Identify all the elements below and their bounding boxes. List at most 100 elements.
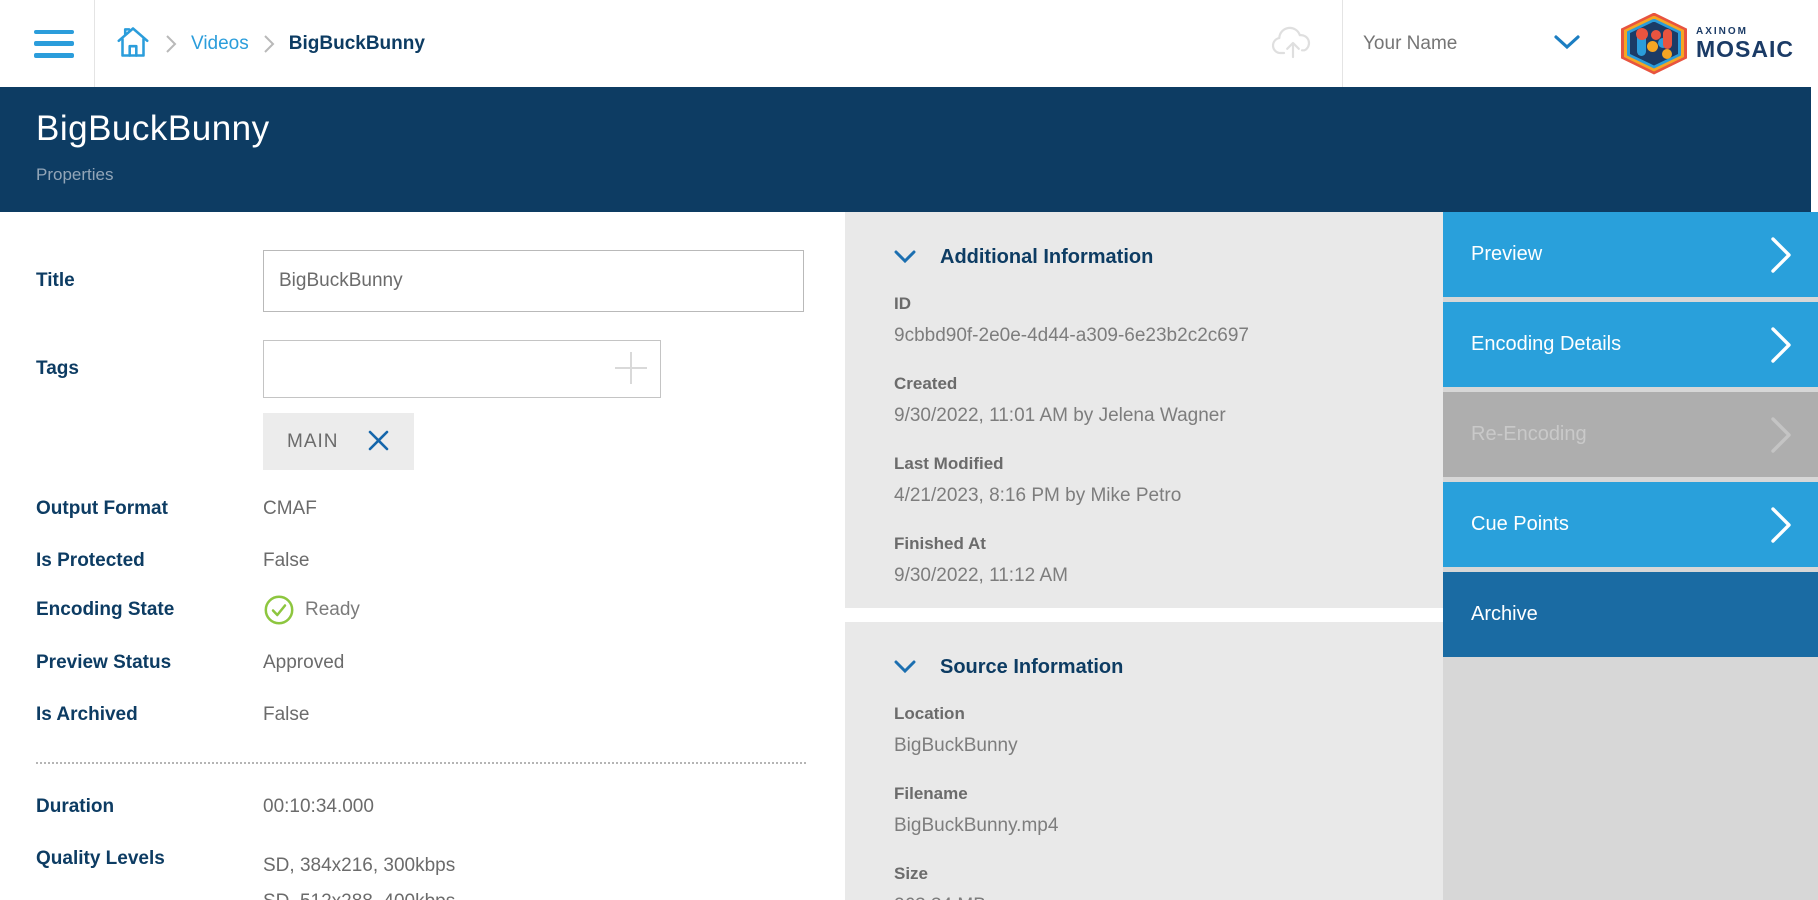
action-label: Preview (1471, 243, 1542, 266)
is-archived-row: Is Archived False (36, 704, 845, 726)
info-field-label: Filename (894, 784, 1403, 804)
info-field-value: 9/30/2022, 11:12 AM (894, 565, 1403, 587)
topbar-divider (1342, 0, 1343, 87)
output-format-value: CMAF (263, 498, 317, 520)
logo-brand-bottom: MOSAIC (1696, 37, 1794, 61)
encoding-state-label: Encoding State (36, 599, 263, 621)
additional-information-toggle[interactable]: Additional Information (894, 246, 1153, 269)
quality-level-item: SD, 512x288, 400kbps (263, 884, 455, 900)
page-header: BigBuckBunny Properties (0, 87, 1818, 212)
info-field-value: BigBuckBunny.mp4 (894, 815, 1403, 837)
encoding-state-value: Ready (263, 594, 360, 626)
hamburger-icon (34, 30, 74, 35)
info-field-label: ID (894, 294, 1403, 314)
duration-label: Duration (36, 796, 263, 818)
title-label: Title (36, 270, 263, 292)
page-subtitle: Properties (36, 165, 1818, 185)
source-information-card: Source Information Location BigBuckBunny… (845, 622, 1443, 900)
tags-box (263, 340, 661, 398)
add-tag-button[interactable] (609, 348, 653, 390)
scrollbar-track[interactable] (1811, 87, 1818, 212)
info-field-label: Created (894, 374, 1403, 394)
encoding-state-text: Ready (305, 599, 360, 621)
quality-levels-label: Quality Levels (36, 848, 263, 870)
info-field-label: Size (894, 864, 1403, 884)
tags-input[interactable] (263, 340, 661, 398)
app-root: Videos BigBuckBunny Your Name (0, 0, 1818, 900)
user-name: Your Name (1363, 33, 1457, 55)
action-label: Encoding Details (1471, 333, 1621, 356)
info-field-value: 9cbbd90f-2e0e-4d44-a309-6e23b2c2c697 (894, 325, 1403, 347)
top-bar: Videos BigBuckBunny Your Name (0, 0, 1818, 87)
quality-levels-values: SD, 384x216, 300kbps SD, 512x288, 400kbp… (263, 848, 455, 900)
preview-status-row: Preview Status Approved (36, 652, 845, 674)
home-icon (115, 23, 151, 64)
duration-value: 00:10:34.000 (263, 796, 374, 818)
chevron-right-icon (165, 34, 177, 54)
breadcrumb-current: BigBuckBunny (289, 33, 425, 55)
upload-cloud-icon (1270, 24, 1316, 63)
info-field-value: 4/21/2023, 8:16 PM by Mike Petro (894, 485, 1403, 507)
tags-label: Tags (36, 358, 263, 380)
user-menu[interactable]: Your Name (1363, 33, 1581, 55)
chevron-down-icon (894, 250, 916, 266)
upload-progress-button[interactable] (1270, 24, 1316, 63)
info-field-value: BigBuckBunny (894, 735, 1403, 757)
chevron-down-icon (894, 660, 916, 676)
archive-button[interactable]: Archive (1443, 572, 1818, 657)
info-field-value: 263.34 MB (894, 895, 1403, 900)
section-divider (36, 762, 806, 764)
output-format-label: Output Format (36, 498, 263, 520)
axinom-mosaic-logo: AXINOM MOSAIC (1621, 13, 1794, 75)
properties-form: Title Tags MAIN (0, 212, 845, 900)
remove-tag-button[interactable] (367, 429, 390, 455)
preview-status-label: Preview Status (36, 652, 263, 674)
success-check-icon (263, 594, 295, 626)
info-panel: Additional Information ID 9cbbd90f-2e0e-… (845, 212, 1443, 900)
additional-information-title: Additional Information (940, 246, 1153, 269)
actions-panel: Preview Encoding Details Re-Encoding Cue… (1443, 212, 1818, 900)
is-protected-label: Is Protected (36, 550, 263, 572)
encoding-details-button[interactable]: Encoding Details (1443, 302, 1818, 387)
breadcrumb-link-videos[interactable]: Videos (191, 33, 249, 55)
tags-row: Tags (36, 340, 845, 398)
page-title: BigBuckBunny (36, 87, 1818, 149)
info-field-label: Last Modified (894, 454, 1403, 474)
title-row: Title (36, 250, 845, 312)
quality-levels-row: Quality Levels SD, 384x216, 300kbps SD, … (36, 848, 845, 900)
chevron-right-icon (1770, 506, 1792, 544)
duration-row: Duration 00:10:34.000 (36, 796, 845, 818)
chevron-right-icon (263, 34, 275, 54)
content: Title Tags MAIN (0, 212, 1818, 900)
card-gap (845, 608, 1443, 622)
is-archived-label: Is Archived (36, 704, 263, 726)
quality-level-item: SD, 384x216, 300kbps (263, 848, 455, 884)
info-field-value: 9/30/2022, 11:01 AM by Jelena Wagner (894, 405, 1403, 427)
source-information-toggle[interactable]: Source Information (894, 656, 1123, 679)
info-field-label: Finished At (894, 534, 1403, 554)
home-button[interactable] (115, 23, 151, 64)
preview-status-value: Approved (263, 652, 344, 674)
menu-button[interactable] (34, 27, 76, 61)
encoding-state-row: Encoding State Ready (36, 594, 845, 626)
preview-button[interactable]: Preview (1443, 212, 1818, 297)
additional-information-card: Additional Information ID 9cbbd90f-2e0e-… (845, 212, 1443, 608)
re-encoding-button: Re-Encoding (1443, 392, 1818, 477)
is-protected-row: Is Protected False (36, 550, 845, 572)
action-label: Cue Points (1471, 513, 1569, 536)
chevron-right-icon (1770, 326, 1792, 364)
title-input[interactable] (263, 250, 804, 312)
tag-chip: MAIN (263, 413, 414, 470)
source-information-title: Source Information (940, 656, 1123, 679)
plus-icon (611, 348, 651, 391)
action-label: Archive (1471, 603, 1538, 626)
cue-points-button[interactable]: Cue Points (1443, 482, 1818, 567)
is-protected-value: False (263, 550, 309, 572)
logo-hexagon (1621, 13, 1687, 75)
is-archived-value: False (263, 704, 309, 726)
action-label: Re-Encoding (1471, 423, 1587, 446)
tag-chip-label: MAIN (287, 431, 339, 453)
chevron-right-icon (1770, 236, 1792, 274)
topbar-divider (94, 0, 95, 87)
close-icon (367, 429, 390, 455)
